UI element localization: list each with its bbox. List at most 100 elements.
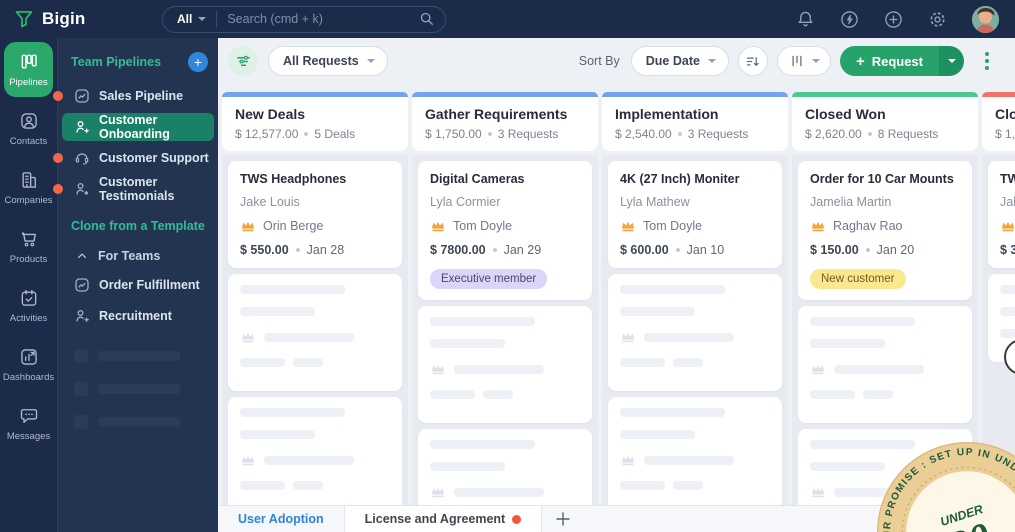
sort-field-value: Due Date [645,54,700,68]
top-bar: Bigin All [0,0,1015,38]
skeleton-card [798,306,972,423]
deal-title: Digital Cameras [430,172,525,186]
filter-button[interactable] [228,46,258,76]
skeleton-row [58,349,218,363]
global-search[interactable]: All [162,5,446,33]
quick-actions-bolt-icon[interactable] [840,10,859,29]
sort-by-label: Sort By [578,54,620,68]
sidebar-item-dashboards[interactable]: Dashboards [2,337,55,392]
more-options-button[interactable] [973,47,1001,75]
column-count: 8 Requests [877,127,939,141]
column-name: Gather Requirements [425,106,568,122]
deal-card[interactable]: Order for 10 Car Mounts Jamelia Martin R… [798,161,972,300]
column-amount: $ 1,750.00 [425,127,482,141]
notification-dot [53,91,63,101]
deal-date: Jan 29 [503,243,542,257]
crown-icon [242,455,254,466]
chat-icon [20,408,37,423]
pipeline-item-customer-support[interactable]: Customer Support [53,144,214,172]
column-amount: $ 1, [995,127,1015,141]
request-filter-dropdown[interactable]: All Requests [268,46,388,76]
deal-amount: $ 7800.00 [430,243,486,257]
deal-date: Jan 20 [876,243,915,257]
crown-icon [432,364,444,375]
avatar[interactable] [972,5,999,33]
add-board-tab-button[interactable] [542,506,584,532]
plus-icon [556,512,570,526]
deal-card[interactable]: TWS Headphones Jake Louis Orin Berge $ 5… [228,161,402,268]
deal-tag: Executive member [430,269,548,289]
deal-contact: Lyla Cormier [430,195,501,209]
crown-icon [432,487,444,498]
pipeline-item-label: Customer Support [99,151,209,165]
bell-icon[interactable] [796,10,815,29]
add-pipeline-button[interactable]: + [188,52,208,72]
deal-card[interactable]: Digital Cameras Lyla Cormier Tom Doyle $… [418,161,592,300]
brand-name: Bigin [42,9,86,28]
crown-icon [432,221,444,232]
sidebar-item-contacts[interactable]: Contacts [4,101,53,156]
trend-icon [75,278,89,292]
headset-icon [75,153,89,165]
kanban-column-new-deals: New Deals $ 12,577.00 5 Deals TWS Headph… [222,92,408,505]
deal-amount: $ 550.00 [240,243,289,257]
sidebar-item-messages[interactable]: Messages [4,396,53,451]
tab-license-and-agreement[interactable]: License and Agreement [344,506,543,532]
sidebar-item-label: Activities [9,312,48,324]
chevron-down-icon [707,59,716,63]
sidebar-item-label: Contacts [9,135,48,147]
columns-icon [792,55,802,67]
add-plus-icon[interactable] [884,10,903,29]
kanban-icon [21,54,37,69]
template-item-order-fulfillment[interactable]: Order Fulfillment [62,271,214,299]
search-scope-dropdown[interactable]: All [177,12,207,26]
column-count: 3 Requests [687,127,749,141]
tab-user-adoption[interactable]: User Adoption [218,506,345,532]
template-item-label: Recruitment [99,309,172,323]
column-name: New Deals [235,106,306,122]
sidebar-item-label: Dashboards [2,371,55,383]
board-view-dropdown[interactable] [776,46,831,76]
crown-icon [812,364,824,375]
pipeline-item-customer-testimonials[interactable]: Customer Testimonials [53,175,214,203]
column-name: Closed Lost [995,106,1015,122]
deal-contact: Jamelia Martin [810,195,892,209]
skeleton-card [418,429,592,505]
crown-icon [242,332,254,343]
search-scope-value: All [177,12,193,26]
primary-sidebar: Pipelines Contacts Companies Products Ac… [0,38,57,532]
sort-direction-button[interactable] [737,46,768,76]
crown-icon [622,332,634,343]
kanban-board: New Deals $ 12,577.00 5 Deals TWS Headph… [218,84,1015,505]
sidebar-item-products[interactable]: Products [4,219,53,274]
deal-date: Jan 28 [306,243,345,257]
request-dropdown-toggle[interactable] [939,46,964,76]
chevron-down-icon [198,17,207,21]
notification-dot [512,514,522,524]
sidebar-item-pipelines[interactable]: Pipelines [4,42,53,97]
column-amount: $ 2,620.00 [805,127,862,141]
search-input[interactable] [227,12,419,26]
template-item-recruitment[interactable]: Recruitment [62,302,214,330]
pipeline-item-sales[interactable]: Sales Pipeline [53,82,214,110]
bigin-logo-icon [15,11,33,28]
deal-tag: New customer [810,269,906,289]
deal-contact: Lyla Mathew [620,195,690,209]
brand[interactable]: Bigin [0,9,120,29]
request-filter-value: All Requests [283,54,359,68]
deal-card[interactable]: TWS Headphones Jake Louis $ 3 [988,161,1015,268]
sidebar-item-companies[interactable]: Companies [4,160,53,215]
skeleton-card [228,397,402,505]
deal-card[interactable]: 4K (27 Inch) Moniter Lyla Mathew Tom Doy… [608,161,782,268]
new-request-button[interactable]: + Request [839,46,964,76]
gear-icon[interactable] [928,10,947,29]
crown-icon [812,221,824,232]
deal-owner: Raghav Rao [833,219,903,233]
search-icon [420,12,433,25]
pipeline-item-label: Customer Onboarding [99,113,170,141]
template-group-for-teams[interactable]: For Teams [62,243,214,269]
sidebar-item-activities[interactable]: Activities [4,278,53,333]
skeleton-row [58,415,218,429]
sort-field-dropdown[interactable]: Due Date [630,46,729,76]
pipeline-item-customer-onboarding[interactable]: Customer Onboarding [62,113,214,141]
